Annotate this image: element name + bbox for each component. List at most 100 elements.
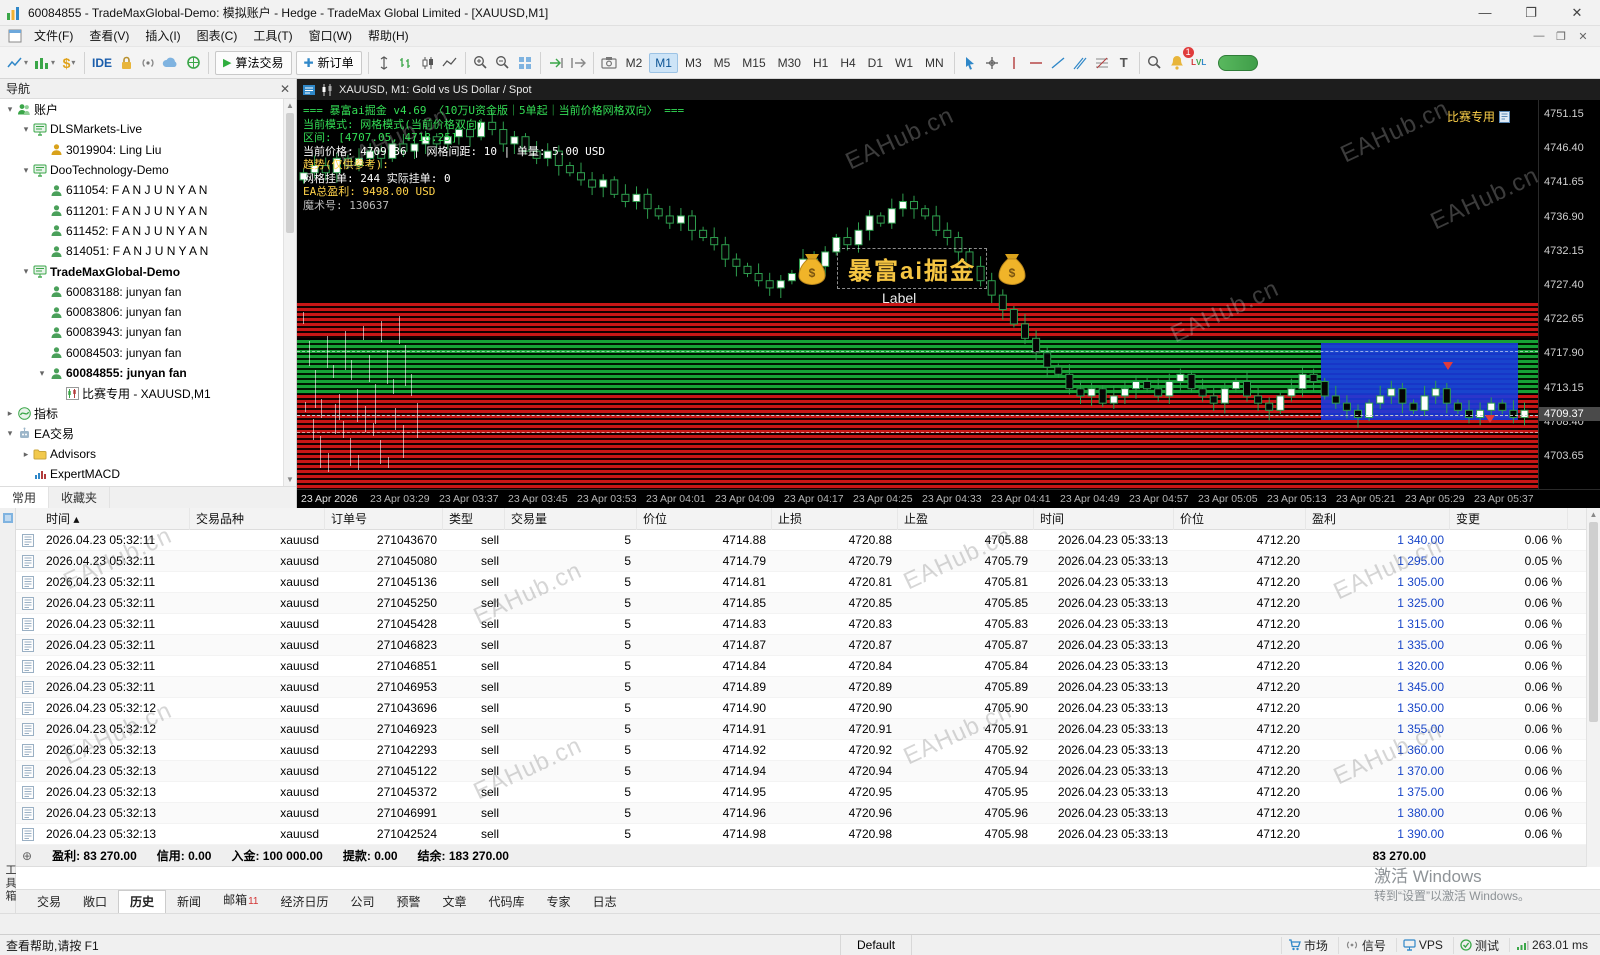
- cursor-scale-icon[interactable]: [373, 51, 395, 75]
- cloud-icon[interactable]: [159, 51, 182, 75]
- status-item-market[interactable]: 市场: [1280, 936, 1334, 954]
- timeframe-h1[interactable]: H1: [808, 53, 833, 73]
- screenshot-icon[interactable]: [598, 51, 620, 75]
- chart-mode-icon[interactable]: ▾: [4, 51, 31, 75]
- history-table-row[interactable]: 2026.04.23 05:32:13 xauusd 271045372 sell 5 4…: [16, 782, 1586, 803]
- menu-item[interactable]: 图表(C): [189, 29, 246, 43]
- history-table-row[interactable]: 2026.04.23 05:32:11 xauusd 271045136 sell 5 4…: [16, 572, 1586, 593]
- crosshair-icon[interactable]: [981, 51, 1003, 75]
- navigator-tree-item[interactable]: 611201: F A N J U N Y A N: [0, 200, 283, 220]
- expand-icon[interactable]: ▸: [20, 449, 32, 460]
- toolbox-tab-邮箱[interactable]: 邮箱11: [212, 889, 269, 913]
- new-chart-icon[interactable]: ▾: [31, 51, 58, 75]
- collapse-icon[interactable]: ▾: [20, 124, 32, 135]
- column-header[interactable]: 价位: [637, 507, 772, 530]
- navigator-tree-item[interactable]: 60083188: junyan fan: [0, 282, 283, 302]
- child-close-icon[interactable]: ✕: [1572, 30, 1594, 43]
- zoom-in-icon[interactable]: [470, 51, 492, 75]
- timeframe-m3[interactable]: M3: [680, 53, 707, 73]
- column-header[interactable]: 交易品种: [190, 507, 325, 530]
- navigator-tree-item[interactable]: ▾ EA交易: [0, 424, 283, 444]
- scroll-up-icon[interactable]: ▲: [284, 99, 296, 112]
- timeframe-m1[interactable]: M1: [649, 52, 678, 73]
- chart-shift-icon[interactable]: [567, 51, 589, 75]
- navigator-tree-item[interactable]: 611452: F A N J U N Y A N: [0, 221, 283, 241]
- chart-plot-area[interactable]: === 暴富ai掘金 v4.69 〈10万U资金版｜5单起｜当前价格网格双向〉 …: [297, 100, 1538, 489]
- expand-icon[interactable]: ▸: [4, 408, 16, 419]
- navigator-tree-item[interactable]: 60083943: junyan fan: [0, 322, 283, 342]
- history-table-row[interactable]: 2026.04.23 05:32:12 xauusd 271043696 sell 5 4…: [16, 698, 1586, 719]
- child-restore-icon[interactable]: ❐: [1550, 30, 1572, 43]
- navigator-tree-item[interactable]: ▾ DooTechnology-Demo: [0, 160, 283, 180]
- navigator-tab-favorites[interactable]: 收藏夹: [49, 487, 111, 508]
- collapse-icon[interactable]: ▾: [4, 428, 16, 439]
- corner-doc-icon[interactable]: [1499, 110, 1510, 123]
- navigator-close-icon[interactable]: ✕: [280, 82, 290, 96]
- collapse-icon[interactable]: ▾: [4, 104, 16, 115]
- algo-trading-button[interactable]: ▶ 算法交易: [215, 50, 292, 75]
- line-chart-icon[interactable]: [439, 51, 461, 75]
- trendline-tool-icon[interactable]: [1047, 51, 1069, 75]
- timeframe-d1[interactable]: D1: [863, 53, 888, 73]
- menu-item[interactable]: 窗口(W): [301, 29, 360, 43]
- history-table-row[interactable]: 2026.04.23 05:32:11 xauusd 271046851 sell 5 4…: [16, 656, 1586, 677]
- column-header[interactable]: 时间 ▴: [40, 507, 190, 530]
- menu-item[interactable]: 工具(T): [245, 29, 300, 43]
- timeframe-mn[interactable]: MN: [920, 53, 949, 73]
- auto-scroll-icon[interactable]: [545, 51, 567, 75]
- collapse-icon[interactable]: ▾: [20, 266, 32, 277]
- navigator-tree-item[interactable]: 3019904: Ling Liu: [0, 140, 283, 160]
- history-table-row[interactable]: 2026.04.23 05:32:13 xauusd 271045122 sell 5 4…: [16, 761, 1586, 782]
- summary-plus-icon[interactable]: ⊕: [22, 849, 32, 863]
- toolbox-tab-日志[interactable]: 日志: [582, 891, 628, 913]
- navigator-tab-common[interactable]: 常用: [0, 487, 50, 508]
- toolbox-tab-历史[interactable]: 历史: [118, 890, 167, 913]
- history-table-row[interactable]: 2026.04.23 05:32:11 xauusd 271046823 sell 5 4…: [16, 635, 1586, 656]
- scroll-thumb[interactable]: [286, 113, 294, 233]
- chart-list-icon[interactable]: [303, 84, 315, 96]
- collapse-icon[interactable]: ▾: [36, 368, 48, 379]
- vertical-line-tool-icon[interactable]: [1003, 51, 1025, 75]
- signals-icon[interactable]: [137, 51, 159, 75]
- column-header[interactable]: 止盈: [898, 507, 1034, 530]
- status-profile[interactable]: Default: [840, 935, 913, 955]
- navigator-tree-item[interactable]: ▾ TradeMaxGlobal-Demo: [0, 261, 283, 281]
- navigator-tree-item[interactable]: 814051: F A N J U N Y A N: [0, 241, 283, 261]
- column-header[interactable]: 变更: [1450, 507, 1568, 530]
- text-tool-icon[interactable]: T: [1113, 51, 1135, 75]
- history-scrollbar[interactable]: ▲: [1586, 508, 1600, 867]
- history-scroll-up-icon[interactable]: ▲: [1587, 508, 1600, 521]
- toolbox-tab-敞口[interactable]: 敞口: [72, 891, 118, 913]
- menu-item[interactable]: 帮助(H): [360, 29, 417, 43]
- timeframe-w1[interactable]: W1: [890, 53, 918, 73]
- column-header[interactable]: 订单号: [325, 507, 443, 530]
- navigator-tree-item[interactable]: ▸ Advisors: [0, 444, 283, 464]
- chart-label-object[interactable]: Label: [882, 290, 916, 306]
- history-table-row[interactable]: 2026.04.23 05:32:11 xauusd 271046953 sell 5 4…: [16, 677, 1586, 698]
- navigator-tree-item[interactable]: 611054: F A N J U N Y A N: [0, 180, 283, 200]
- history-table-row[interactable]: 2026.04.23 05:32:13 xauusd 271046991 sell 5 4…: [16, 803, 1586, 824]
- community-icon[interactable]: [182, 51, 204, 75]
- timeframe-h4[interactable]: H4: [835, 53, 860, 73]
- toolbox-strip-icon[interactable]: [3, 513, 13, 523]
- history-table-row[interactable]: 2026.04.23 05:32:11 xauusd 271045250 sell 5 4…: [16, 593, 1586, 614]
- column-header[interactable]: 盈利: [1306, 507, 1450, 530]
- navigator-tree-item[interactable]: ExpertMACD: [0, 464, 283, 484]
- toolbox-tab-代码库[interactable]: 代码库: [478, 891, 536, 913]
- navigator-tree-item[interactable]: 60084503: junyan fan: [0, 343, 283, 363]
- toolbox-tab-新闻[interactable]: 新闻: [166, 891, 212, 913]
- timeframe-m15[interactable]: M15: [737, 53, 770, 73]
- navigator-tree-item[interactable]: ▾ 账户: [0, 99, 283, 119]
- zoom-out-icon[interactable]: [492, 51, 514, 75]
- fibo-tool-icon[interactable]: [1091, 51, 1113, 75]
- chart-panel[interactable]: XAUUSD, M1: Gold vs US Dollar / Spot ===…: [297, 79, 1600, 508]
- toolbox-tab-公司[interactable]: 公司: [339, 891, 385, 913]
- candlestick-icon[interactable]: [417, 51, 439, 75]
- navigator-tree-item[interactable]: ▾ DLSMarkets-Live: [0, 119, 283, 139]
- history-table-row[interactable]: 2026.04.23 05:32:11 xauusd 271045080 sell 5 4…: [16, 551, 1586, 572]
- column-header[interactable]: 交易量: [505, 507, 637, 530]
- minimize-button[interactable]: ―: [1462, 0, 1508, 26]
- lock-icon[interactable]: [115, 51, 137, 75]
- navigator-scrollbar[interactable]: ▲ ▼: [283, 99, 296, 486]
- horizontal-line-tool-icon[interactable]: [1025, 51, 1047, 75]
